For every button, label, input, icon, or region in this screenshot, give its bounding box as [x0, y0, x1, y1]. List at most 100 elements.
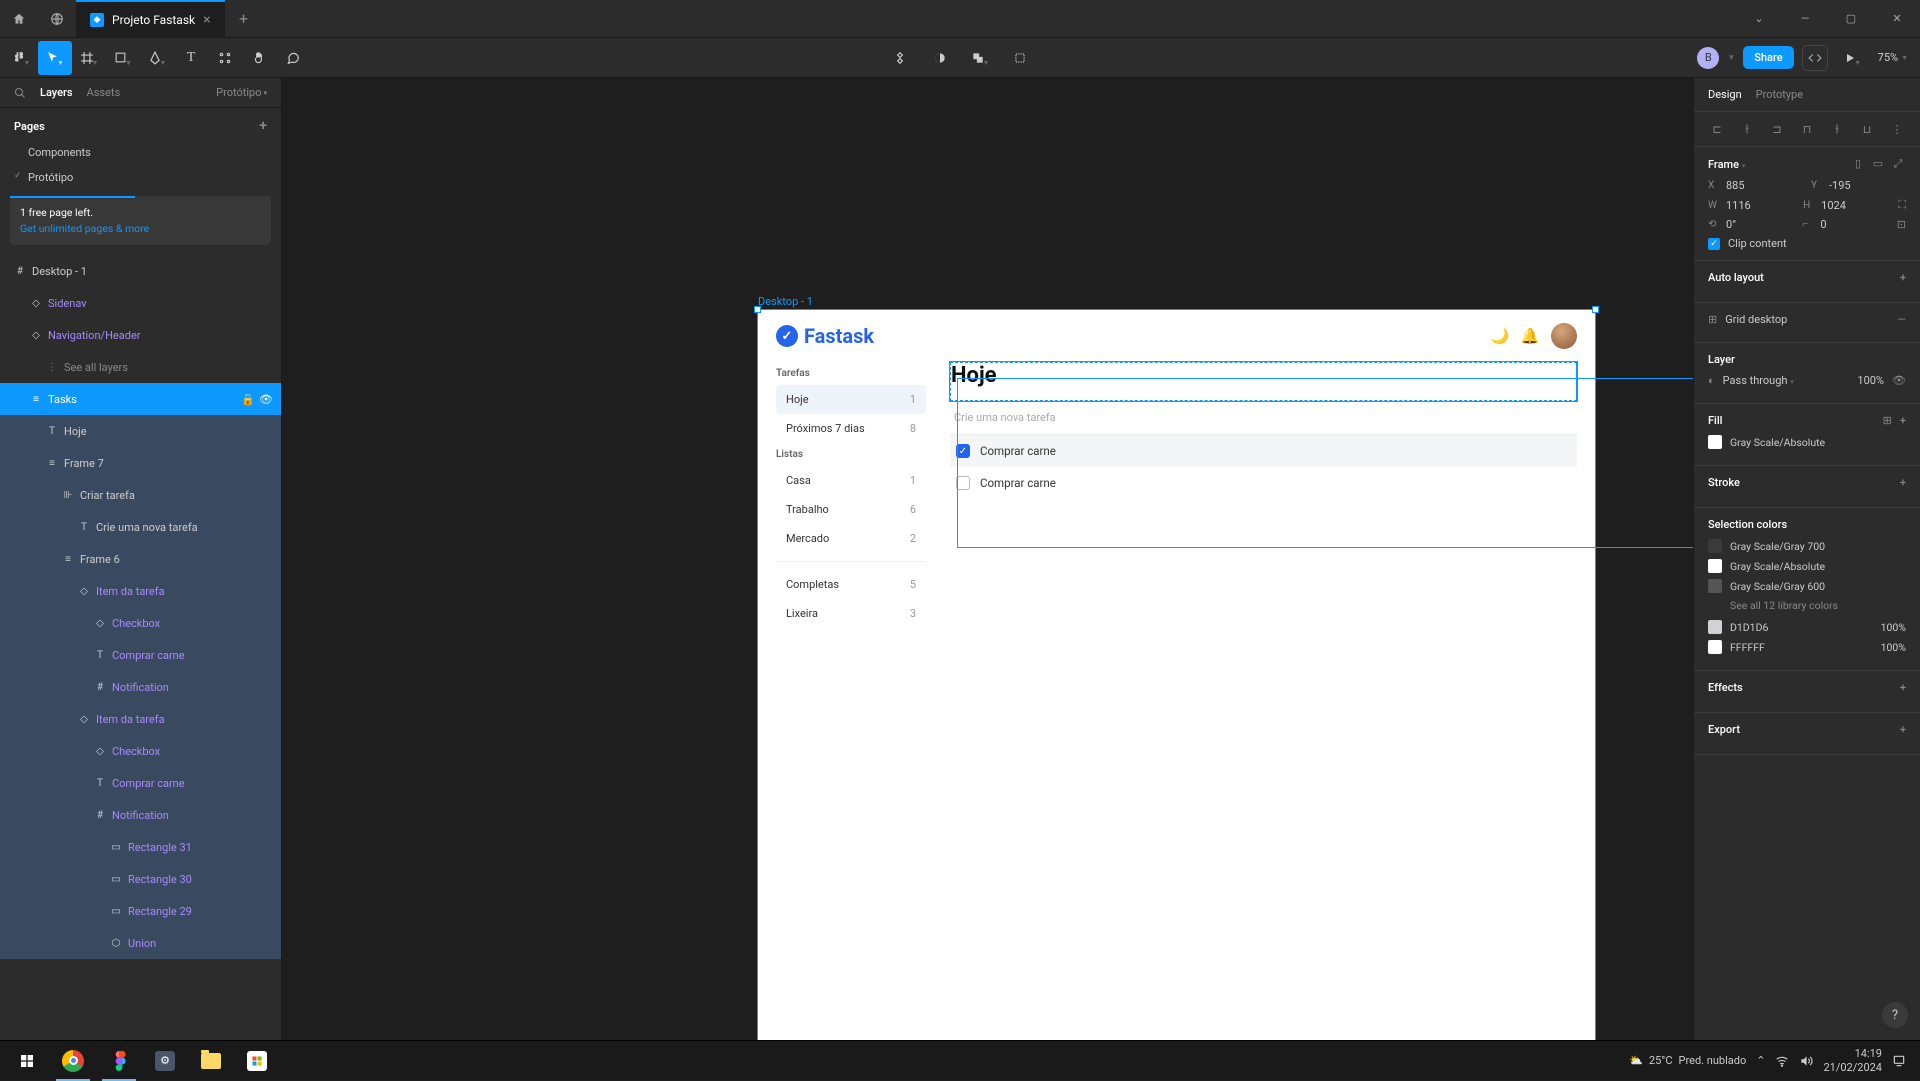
artboard[interactable]: 1116 × 1024 ✓ Fastask 🌙 🔔 Tarefas Hoje1 … [758, 310, 1595, 1040]
layer-navheader[interactable]: ◇Navigation/Header [0, 319, 281, 351]
rotation-field[interactable]: ⟲0° [1708, 218, 1794, 231]
layer-checkbox1[interactable]: ◇Checkbox [0, 607, 281, 639]
clip-content-checkbox[interactable]: ✓Clip content [1708, 237, 1906, 250]
grid-icon[interactable]: ⊞ [1708, 313, 1717, 326]
weather-widget[interactable]: ⛅ 25°C Pred. nublado [1629, 1054, 1746, 1067]
layer-rect31[interactable]: ▭Rectangle 31 [0, 831, 281, 863]
distribute-icon[interactable]: ⋮ [1888, 120, 1906, 138]
window-maximize-icon[interactable]: ▢ [1828, 0, 1874, 38]
y-field[interactable]: Y-195 [1811, 179, 1906, 192]
add-effect-button[interactable]: + [1900, 681, 1906, 694]
checkbox-icon[interactable]: ✓ [956, 444, 970, 458]
layer-notif2[interactable]: #Notification [0, 799, 281, 831]
layer-crie-uma[interactable]: TCrie uma nova tarefa [0, 511, 281, 543]
ft-item-hoje[interactable]: Hoje1 [776, 385, 926, 414]
ft-item-prox7[interactable]: Próximos 7 dias8 [776, 414, 926, 443]
color-row[interactable]: Gray Scale/Absolute [1708, 559, 1906, 573]
portrait-icon[interactable]: ▯ [1850, 157, 1866, 171]
design-tab[interactable]: Design [1708, 88, 1742, 101]
align-vcenter-icon[interactable]: ⫲ [1828, 120, 1846, 138]
ft-item-mercado[interactable]: Mercado2 [776, 524, 926, 553]
frame-tool[interactable]: ▼ [72, 41, 106, 75]
remove-grid-button[interactable]: — [1897, 313, 1906, 326]
prototype-tab[interactable]: Prototype [1756, 88, 1803, 101]
comment-tool[interactable] [276, 41, 310, 75]
tab-close-icon[interactable]: × [203, 12, 210, 28]
layer-rect30[interactable]: ▭Rectangle 30 [0, 863, 281, 895]
layer-rect29[interactable]: ▭Rectangle 29 [0, 895, 281, 927]
resources-tool[interactable] [208, 41, 242, 75]
layer-hoje[interactable]: THoje [0, 415, 281, 447]
layer-frame7[interactable]: ≡Frame 7 [0, 447, 281, 479]
add-fill-button[interactable]: + [1900, 414, 1906, 427]
add-stroke-button[interactable]: + [1900, 476, 1906, 489]
layer-criar-tarefa[interactable]: ⊪Criar tarefa [0, 479, 281, 511]
add-export-button[interactable]: + [1900, 723, 1906, 736]
layer-checkbox2[interactable]: ◇Checkbox [0, 735, 281, 767]
landscape-icon[interactable]: ▭ [1870, 157, 1886, 171]
fill-color-row[interactable]: Gray Scale/Absolute [1708, 435, 1906, 449]
blend-icon[interactable]: ◐ [1708, 374, 1715, 387]
resize-icon[interactable]: ⤢ [1890, 157, 1906, 171]
figma-taskbar-icon[interactable] [96, 1041, 142, 1081]
lock-icon[interactable]: 🔒 [241, 393, 255, 406]
checkbox-icon[interactable] [956, 476, 970, 490]
add-tab-button[interactable]: + [225, 9, 263, 28]
move-tool[interactable]: ▼ [38, 41, 72, 75]
boolean-icon[interactable]: ▼ [963, 41, 997, 75]
color-row[interactable]: D1D1D6100% [1708, 620, 1906, 634]
color-row[interactable]: Gray Scale/Gray 600 [1708, 579, 1906, 593]
layer-sidenav[interactable]: ◇Sidenav [0, 287, 281, 319]
add-autolayout-button[interactable]: + [1900, 271, 1906, 284]
page-prototype[interactable]: ✓Protótipo [0, 165, 281, 190]
window-minimize-icon[interactable]: — [1782, 0, 1828, 38]
ft-logo[interactable]: ✓ Fastask [776, 324, 874, 348]
dev-mode-toggle[interactable] [1802, 45, 1828, 71]
layer-see-all[interactable]: ⋮See all layers [0, 351, 281, 383]
x-field[interactable]: X885 [1708, 179, 1803, 192]
start-button[interactable] [4, 1041, 50, 1081]
layer-tasks[interactable]: ≡Tasks🔒👁 [0, 383, 281, 415]
user-avatar[interactable]: B [1697, 47, 1719, 69]
chevron-down-icon[interactable]: ⌄ [1736, 0, 1782, 38]
opacity-field[interactable]: 100% [1857, 374, 1884, 387]
align-right-icon[interactable]: ⊐ [1768, 120, 1786, 138]
window-close-icon[interactable]: ✕ [1874, 0, 1920, 38]
grid-label[interactable]: Grid desktop [1725, 313, 1889, 326]
color-row[interactable]: Gray Scale/Gray 700 [1708, 539, 1906, 553]
align-top-icon[interactable]: ⊓ [1798, 120, 1816, 138]
mask-icon[interactable] [923, 41, 957, 75]
blend-mode-dropdown[interactable]: Pass through ▾ [1723, 374, 1850, 387]
ft-avatar[interactable] [1551, 323, 1577, 349]
layer-union[interactable]: ⬡Union [0, 927, 281, 959]
radius-field[interactable]: ⌐0 [1802, 218, 1888, 231]
eye-icon[interactable]: 👁 [259, 393, 273, 406]
layer-frame6[interactable]: ≡Frame 6 [0, 543, 281, 575]
chevron-down-icon[interactable]: ▼ [1727, 53, 1735, 62]
ft-task-row[interactable]: ✓ Comprar carne [950, 435, 1577, 467]
fill-style-button[interactable]: ⊞ [1883, 414, 1892, 427]
moon-icon[interactable]: 🌙 [1485, 327, 1515, 345]
ft-new-task-input[interactable]: Crie uma nova tarefa [950, 401, 1577, 435]
clock[interactable]: 14:19 21/02/2024 [1823, 1047, 1882, 1073]
bell-icon[interactable]: 🔔 [1515, 327, 1545, 345]
shape-tool[interactable]: ▼ [106, 41, 140, 75]
present-button[interactable]: ▼ [1836, 41, 1870, 75]
add-page-button[interactable]: + [259, 118, 267, 134]
ft-item-trabalho[interactable]: Trabalho6 [776, 495, 926, 524]
ft-item-completas[interactable]: Completas5 [776, 570, 926, 599]
layer-comprar2[interactable]: TComprar carne [0, 767, 281, 799]
prototype-dropdown[interactable]: Protótipo▾ [216, 86, 267, 99]
ft-task-row[interactable]: Comprar carne [950, 467, 1577, 499]
pen-tool[interactable]: ▼ [140, 41, 174, 75]
layer-comprar1[interactable]: TComprar carne [0, 639, 281, 671]
search-icon[interactable] [14, 87, 26, 99]
settings-icon[interactable]: ⚙ [142, 1041, 188, 1081]
constrain-icon[interactable]: ⛶ [1898, 198, 1906, 212]
upgrade-promo[interactable]: 1 free page left. Get unlimited pages & … [10, 196, 271, 245]
eye-icon[interactable]: 👁 [1892, 374, 1906, 387]
crop-icon[interactable] [1003, 41, 1037, 75]
assets-tab[interactable]: Assets [87, 86, 121, 99]
component-icon[interactable] [883, 41, 917, 75]
see-all-colors-link[interactable]: See all 12 library colors [1708, 599, 1906, 612]
